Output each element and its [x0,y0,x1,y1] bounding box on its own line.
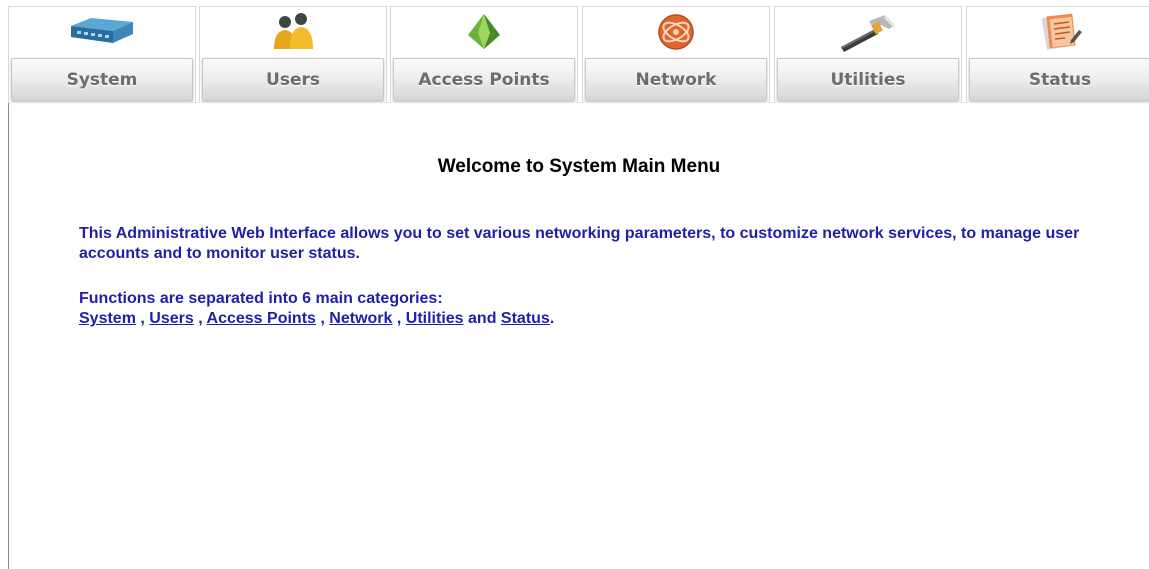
network-globe-icon [583,7,769,57]
link-separator: , [396,310,402,327]
tab-network-label: Network [585,58,767,101]
link-separator: , [198,310,203,327]
tab-access-points[interactable]: Access Points [390,6,578,103]
link-users[interactable]: Users [149,310,193,327]
tab-users-label: Users [202,58,384,101]
tab-utilities-label: Utilities [777,58,959,101]
tab-users[interactable]: Users [199,6,387,103]
users-icon [200,7,386,57]
link-system[interactable]: System [79,310,136,327]
network-switch-icon [9,7,195,57]
tab-utilities[interactable]: Utilities [774,6,962,103]
category-links: System , Users , Access Points , Network… [79,309,1109,329]
end-punctuation: . [549,310,555,327]
link-separator: , [140,310,145,327]
tab-access-points-label: Access Points [393,58,575,101]
functions-block: Functions are separated into 6 main cate… [79,289,1109,329]
and-word: and [468,310,497,327]
tab-system-label: System [11,58,193,101]
link-utilities[interactable]: Utilities [406,310,464,327]
status-notepad-icon [967,7,1149,57]
hammer-icon [775,7,961,57]
link-network[interactable]: Network [329,310,392,327]
link-access-points[interactable]: Access Points [207,310,316,327]
access-point-icon [391,7,577,57]
link-status[interactable]: Status [501,310,550,327]
tab-status[interactable]: Status [966,6,1149,103]
functions-heading: Functions are separated into 6 main cate… [79,290,443,307]
page-title: Welcome to System Main Menu [437,156,721,177]
top-navigation: System Users Access Points Network Utili… [8,6,1149,103]
tab-status-label: Status [969,58,1149,101]
tab-system[interactable]: System [8,6,196,103]
link-separator: , [320,310,325,327]
tab-network[interactable]: Network [582,6,770,103]
intro-text: This Administrative Web Interface allows… [79,225,1080,262]
main-content: Welcome to System Main Menu This Adminis… [9,103,1149,569]
